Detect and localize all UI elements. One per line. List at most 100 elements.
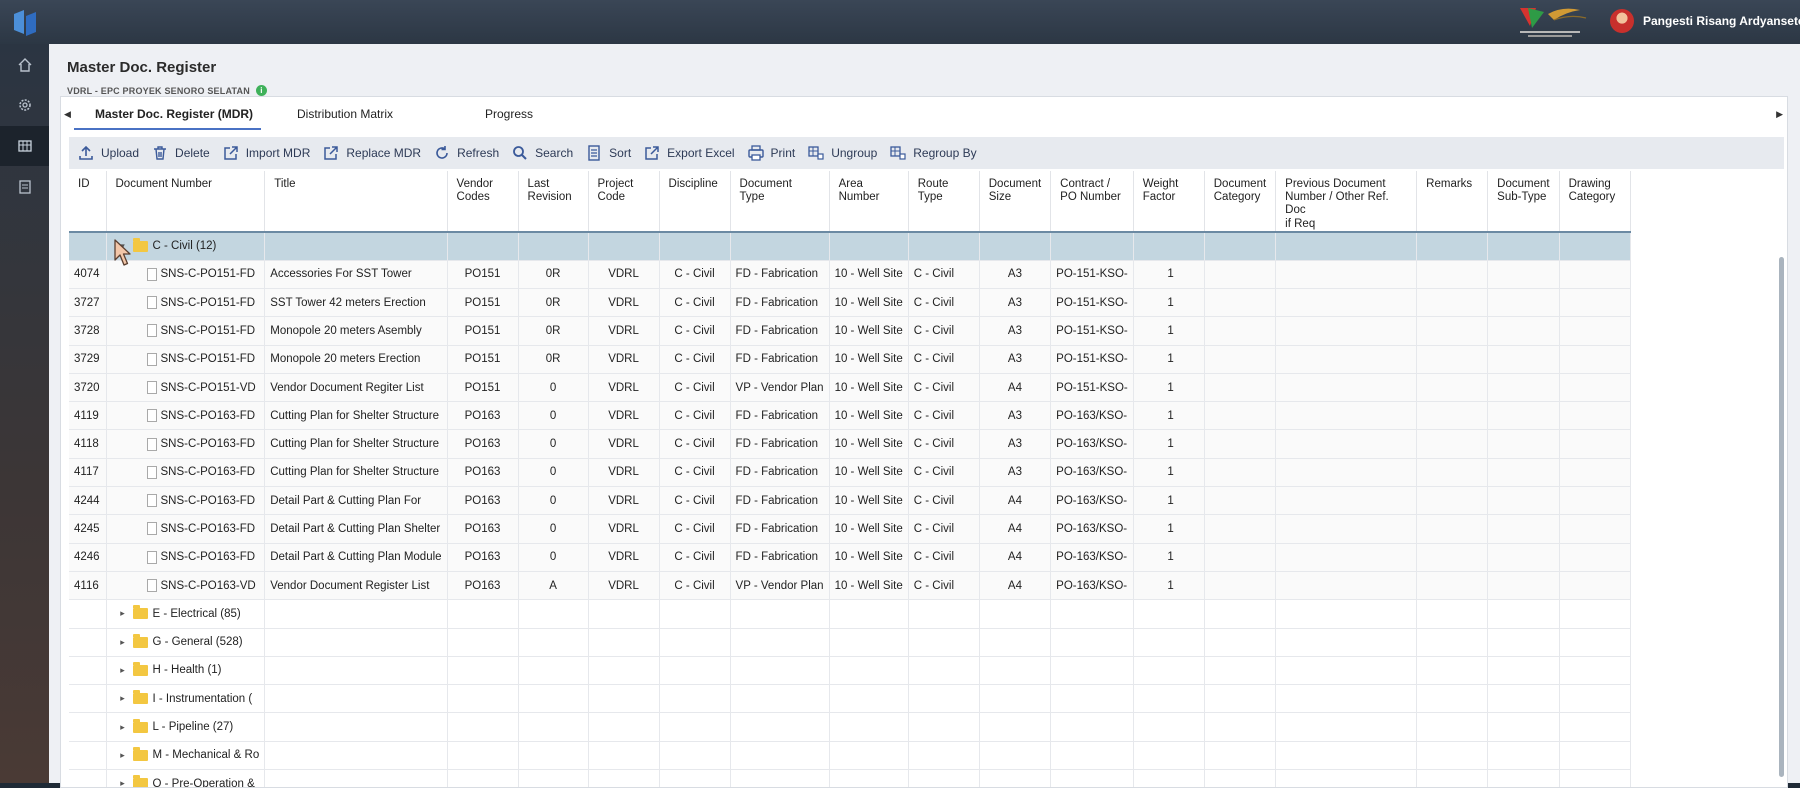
search-button[interactable]: Search [511, 144, 573, 162]
expand-caret-icon[interactable]: ▸ [118, 637, 128, 648]
column-header[interactable]: Discipline [659, 171, 731, 233]
settings-icon[interactable] [13, 93, 37, 117]
group-row[interactable]: ▸ H - Health (1) [69, 656, 1631, 686]
table-cell: 4246 [69, 543, 107, 572]
column-header[interactable]: Drawing Category [1559, 171, 1631, 233]
table-cell: 0 [518, 458, 589, 488]
column-header[interactable]: Last Revision [518, 171, 589, 233]
group-cell[interactable]: ▸ M - Mechanical & Ro [106, 741, 266, 771]
group-row[interactable]: ▸ E - Electrical (85) [69, 599, 1631, 629]
column-header[interactable]: Weight Factor [1133, 171, 1205, 233]
replace-mdr-button[interactable]: Replace MDR [322, 144, 421, 162]
table-row[interactable]: 3728 SNS-C-PO151-FD Monopole 20 meters Ase… [69, 316, 1631, 346]
table-row[interactable]: 4117 SNS-C-PO163-FD Cutting Plan for Shelt… [69, 458, 1631, 488]
table-row[interactable]: 4246 SNS-C-PO163-FD Detail Part & Cutting … [69, 543, 1631, 572]
external-link-icon [645, 146, 659, 160]
empty-cell [1275, 628, 1418, 657]
group-row[interactable]: ▸ O - Pre-Operation & [69, 769, 1631, 787]
home-icon[interactable] [13, 53, 37, 77]
table-row[interactable]: 3727 SNS-C-PO151-FD SST Tower 42 meters Er… [69, 288, 1631, 318]
group-row[interactable]: ▸ M - Mechanical & Ro [69, 741, 1631, 771]
upload-button[interactable]: Upload [77, 144, 139, 162]
tab-scroll-right-icon[interactable]: ▶ [1776, 109, 1783, 120]
empty-cell [659, 656, 731, 686]
refresh-button[interactable]: Refresh [433, 144, 499, 162]
user-avatar[interactable] [1610, 9, 1634, 33]
empty-cell [730, 684, 830, 714]
expand-caret-icon[interactable]: ▸ [118, 722, 128, 733]
expand-caret-icon[interactable]: ▸ [118, 750, 128, 761]
user-name[interactable]: Pangesti Risang Ardyanseto [1643, 14, 1800, 28]
regroup-by-button[interactable]: Regroup By [889, 144, 977, 162]
column-header[interactable]: Document Type [730, 171, 830, 233]
column-header[interactable]: Document Number [106, 171, 266, 233]
column-header-label: Revision [527, 191, 572, 204]
column-header[interactable]: ID [69, 171, 107, 233]
group-cell[interactable]: ▸ H - Health (1) [106, 656, 266, 686]
table-cell: 4074 [69, 260, 107, 289]
column-header[interactable]: Vendor Codes [447, 171, 519, 233]
expand-caret-icon[interactable]: ▸ [118, 693, 128, 704]
expand-caret-icon[interactable]: ▸ [118, 608, 128, 619]
sort-button[interactable]: Sort [585, 144, 631, 162]
ungroup-button[interactable]: Ungroup [807, 144, 877, 162]
tab-progress[interactable]: Progress [485, 107, 533, 121]
empty-cell [447, 599, 519, 629]
column-header[interactable]: Area Number [829, 171, 909, 233]
table-cell: 10 - Well Site [829, 571, 909, 601]
empty-cell [1416, 345, 1489, 374]
group-row[interactable]: ▸ L - Pipeline (27) [69, 712, 1631, 742]
column-header[interactable]: Document Category [1204, 171, 1277, 233]
delete-button[interactable]: Delete [151, 144, 210, 162]
table-cell: 4245 [69, 514, 107, 544]
tab-mdr[interactable]: Master Doc. Register (MDR) [95, 107, 253, 121]
table-cell: C - Civil [908, 429, 980, 459]
table-row[interactable]: 4244 SNS-C-PO163-FD Detail Part & Cutting … [69, 486, 1631, 516]
document-icon[interactable] [13, 175, 37, 199]
table-row[interactable]: 4119 SNS-C-PO163-FD Cutting Plan for Shelt… [69, 401, 1631, 431]
dashboard-icon[interactable] [0, 126, 49, 166]
table-cell: C - Civil [908, 373, 980, 403]
table-row[interactable]: 4245 SNS-C-PO163-FD Detail Part & Cutting … [69, 514, 1631, 544]
info-icon[interactable]: i [255, 85, 267, 96]
print-button[interactable]: Print [747, 144, 795, 162]
group-cell[interactable]: ▸ L - Pipeline (27) [106, 712, 266, 742]
table-cell: C - Civil [659, 373, 731, 403]
table-row[interactable]: 3729 SNS-C-PO151-FD Monopole 20 meters Ere… [69, 345, 1631, 374]
column-header[interactable]: Contract / PO Number [1050, 171, 1134, 233]
table-row[interactable]: 3720 SNS-C-PO151-VD Vendor Document Regite… [69, 373, 1631, 403]
export-excel-button[interactable]: Export Excel [643, 144, 735, 162]
empty-cell [1559, 684, 1631, 714]
app-logo-icon[interactable] [10, 6, 42, 38]
group-cell[interactable]: ▸ E - Electrical (85) [106, 599, 266, 629]
import-mdr-button[interactable]: Import MDR [222, 144, 310, 162]
table-row[interactable]: 4118 SNS-C-PO163-FD Cutting Plan for Shelt… [69, 429, 1631, 459]
group-id-cell [69, 628, 107, 657]
group-cell[interactable]: ▸ I - Instrumentation ( [106, 684, 266, 714]
vertical-scrollbar[interactable] [1779, 257, 1784, 777]
group-row[interactable]: ▾ C - Civil (12) [69, 231, 1631, 261]
column-header[interactable]: Remarks [1416, 171, 1489, 233]
group-row[interactable]: ▸ G - General (528) [69, 628, 1631, 657]
group-cell[interactable]: ▸ G - General (528) [106, 628, 266, 657]
column-header[interactable]: Previous Document Number / Other Ref. Doc… [1275, 171, 1418, 233]
table-row[interactable]: 4116 SNS-C-PO163-VD Vendor Document Regist… [69, 571, 1631, 601]
table-row[interactable]: 4074 SNS-C-PO151-FD Accessories For SST To… [69, 260, 1631, 289]
column-header[interactable]: Document Size [979, 171, 1052, 233]
empty-cell [1487, 345, 1560, 374]
column-header[interactable]: Route Type [908, 171, 980, 233]
table-cell: VDRL [588, 543, 660, 572]
column-header[interactable]: Project Code [588, 171, 660, 233]
empty-cell [588, 769, 660, 787]
column-header[interactable]: Title [264, 171, 448, 233]
table-cell: A3 [979, 288, 1052, 318]
tab-distribution-matrix[interactable]: Distribution Matrix [297, 107, 393, 121]
expand-caret-icon[interactable]: ▸ [118, 665, 128, 676]
tab-scroll-left-icon[interactable]: ◀ [64, 109, 71, 120]
column-header[interactable]: Document Sub-Type [1487, 171, 1560, 233]
column-header-label: Area [838, 178, 863, 190]
group-cell[interactable]: ▸ O - Pre-Operation & [106, 769, 266, 787]
group-row[interactable]: ▸ I - Instrumentation ( [69, 684, 1631, 714]
empty-cell [1050, 628, 1134, 657]
table-cell: 10 - Well Site [829, 316, 909, 346]
